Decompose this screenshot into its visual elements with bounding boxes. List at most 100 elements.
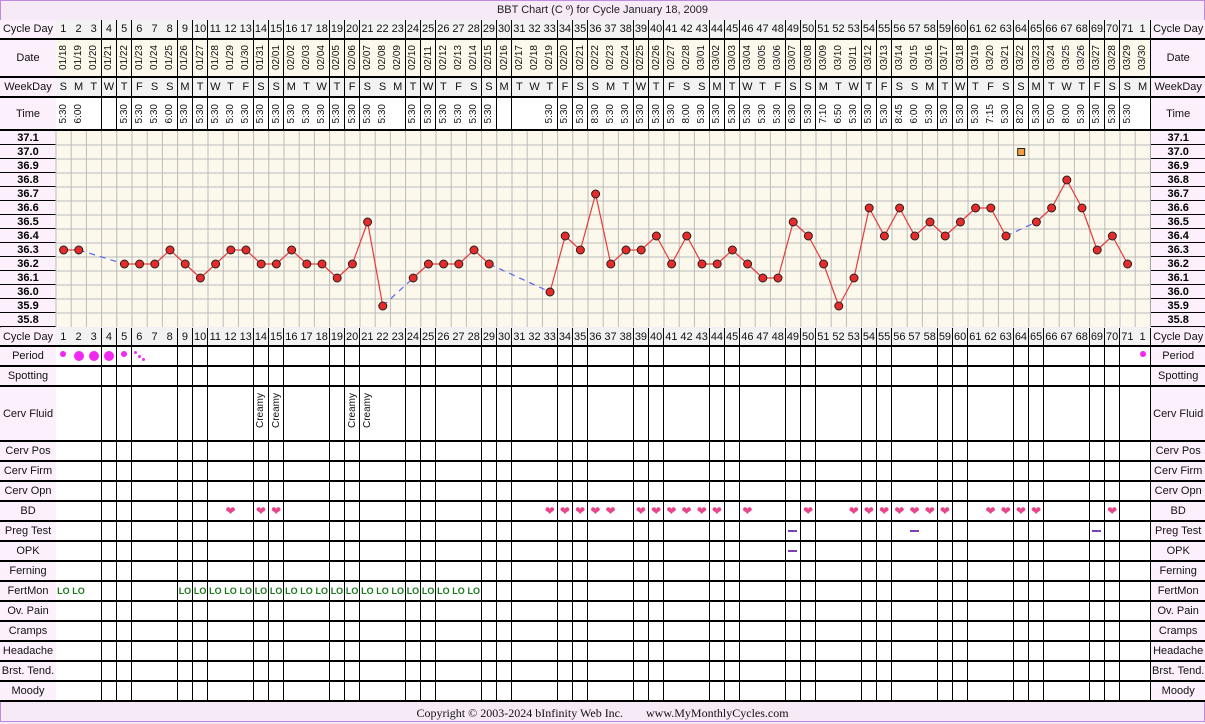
- cerv-pos-cell[interactable]: [466, 442, 483, 462]
- headache-cell[interactable]: [116, 642, 133, 662]
- weekday-cell[interactable]: W: [208, 78, 224, 98]
- cerv-opn-cell[interactable]: [329, 482, 346, 502]
- date-cell[interactable]: 03/18: [952, 40, 969, 78]
- headache-cell[interactable]: [679, 642, 695, 662]
- period-cell[interactable]: [284, 347, 300, 367]
- cycle-day-cell[interactable]: 12: [223, 20, 239, 40]
- cycle-day-cell[interactable]: 20: [344, 328, 361, 347]
- date-cell[interactable]: 01/21: [101, 40, 118, 78]
- ov-pain-cell[interactable]: [724, 602, 741, 622]
- cerv-fluid-cell[interactable]: [1044, 387, 1060, 442]
- brst-tend-cell[interactable]: [162, 662, 179, 682]
- fertmon-cell[interactable]: LO: [451, 582, 467, 602]
- time-cell[interactable]: 5:30: [360, 98, 376, 131]
- cerv-opn-cell[interactable]: [618, 482, 635, 502]
- cycle-day-cell[interactable]: 25: [420, 328, 437, 347]
- cerv-opn-cell[interactable]: [390, 482, 407, 502]
- moody-cell[interactable]: [557, 682, 574, 702]
- date-cell[interactable]: 03/02: [709, 40, 726, 78]
- ferning-cell[interactable]: [1059, 562, 1075, 582]
- cycle-day-cell[interactable]: 29: [481, 20, 498, 40]
- time-cell[interactable]: 5:30: [952, 98, 969, 131]
- cycle-day-cell[interactable]: 25: [420, 20, 437, 40]
- weekday-cell[interactable]: S: [481, 78, 498, 98]
- preg-test-cell[interactable]: [816, 522, 832, 542]
- brst-tend-cell[interactable]: [496, 662, 513, 682]
- cerv-fluid-cell[interactable]: [557, 387, 574, 442]
- fertmon-cell[interactable]: [1028, 582, 1045, 602]
- moody-cell[interactable]: [344, 682, 361, 702]
- brst-tend-cell[interactable]: [664, 662, 680, 682]
- cycle-day-cell[interactable]: 69: [1089, 20, 1106, 40]
- period-cell[interactable]: [1044, 347, 1060, 367]
- cycle-day-cell[interactable]: 51: [816, 20, 832, 40]
- ov-pain-cell[interactable]: [892, 602, 908, 622]
- cramps-cell[interactable]: [1120, 622, 1136, 642]
- cerv-firm-cell[interactable]: [770, 462, 787, 482]
- preg-test-cell[interactable]: [314, 522, 331, 542]
- spotting-cell[interactable]: [1028, 367, 1045, 387]
- weekday-cell[interactable]: T: [329, 78, 346, 98]
- cycle-day-cell[interactable]: 20: [344, 20, 361, 40]
- fertmon-cell[interactable]: LO: [360, 582, 376, 602]
- ferning-cell[interactable]: [177, 562, 194, 582]
- period-cell[interactable]: [633, 347, 650, 367]
- headache-cell[interactable]: [223, 642, 239, 662]
- time-cell[interactable]: 5:30: [132, 98, 148, 131]
- bd-cell[interactable]: [299, 502, 315, 522]
- cerv-firm-cell[interactable]: [284, 462, 300, 482]
- moody-cell[interactable]: [922, 682, 939, 702]
- headache-cell[interactable]: [694, 642, 711, 662]
- moody-cell[interactable]: [86, 682, 103, 702]
- preg-test-cell[interactable]: [542, 522, 559, 542]
- ov-pain-cell[interactable]: [451, 602, 467, 622]
- time-cell[interactable]: 5:30: [755, 98, 771, 131]
- date-cell[interactable]: 02/09: [390, 40, 407, 78]
- cerv-fluid-cell[interactable]: [1028, 387, 1045, 442]
- cerv-fluid-cell[interactable]: [162, 387, 179, 442]
- cycle-day-cell[interactable]: 71: [1120, 20, 1136, 40]
- ov-pain-cell[interactable]: [481, 602, 498, 622]
- ferning-cell[interactable]: [998, 562, 1015, 582]
- ov-pain-cell[interactable]: [132, 602, 148, 622]
- period-cell[interactable]: [420, 347, 437, 367]
- preg-test-cell[interactable]: [709, 522, 726, 542]
- brst-tend-cell[interactable]: [816, 662, 832, 682]
- fertmon-cell[interactable]: [1089, 582, 1106, 602]
- cerv-pos-cell[interactable]: [177, 442, 194, 462]
- ferning-cell[interactable]: [572, 562, 589, 582]
- ov-pain-cell[interactable]: [1104, 602, 1121, 622]
- cycle-day-cell[interactable]: 12: [223, 328, 239, 347]
- time-cell[interactable]: 5:30: [405, 98, 422, 131]
- moody-cell[interactable]: [496, 682, 513, 702]
- cerv-pos-cell[interactable]: [648, 442, 665, 462]
- time-cell[interactable]: 5:30: [724, 98, 741, 131]
- date-cell[interactable]: 03/03: [724, 40, 741, 78]
- cerv-fluid-cell[interactable]: [177, 387, 194, 442]
- fertmon-cell[interactable]: LO: [238, 582, 255, 602]
- cerv-firm-cell[interactable]: [664, 462, 680, 482]
- headache-cell[interactable]: [101, 642, 118, 662]
- ferning-cell[interactable]: [1120, 562, 1136, 582]
- ov-pain-cell[interactable]: [968, 602, 984, 622]
- cramps-cell[interactable]: [800, 622, 817, 642]
- cycle-day-cell[interactable]: 22: [375, 328, 391, 347]
- spotting-cell[interactable]: [998, 367, 1015, 387]
- cerv-fluid-cell[interactable]: [679, 387, 695, 442]
- cerv-firm-cell[interactable]: [360, 462, 376, 482]
- cerv-opn-cell[interactable]: [192, 482, 209, 502]
- date-cell[interactable]: 02/14: [466, 40, 483, 78]
- period-cell[interactable]: [177, 347, 194, 367]
- date-cell[interactable]: 03/27: [1089, 40, 1106, 78]
- cycle-day-cell[interactable]: 3: [86, 20, 103, 40]
- cycle-day-cell[interactable]: 42: [679, 328, 695, 347]
- moody-cell[interactable]: [1104, 682, 1121, 702]
- ov-pain-cell[interactable]: [603, 602, 619, 622]
- period-cell[interactable]: [846, 347, 863, 367]
- time-cell[interactable]: [527, 98, 543, 131]
- cycle-day-cell[interactable]: 37: [603, 328, 619, 347]
- cerv-pos-cell[interactable]: [451, 442, 467, 462]
- weekday-cell[interactable]: S: [360, 78, 376, 98]
- cycle-day-cell[interactable]: 9: [177, 328, 194, 347]
- cerv-firm-cell[interactable]: [937, 462, 954, 482]
